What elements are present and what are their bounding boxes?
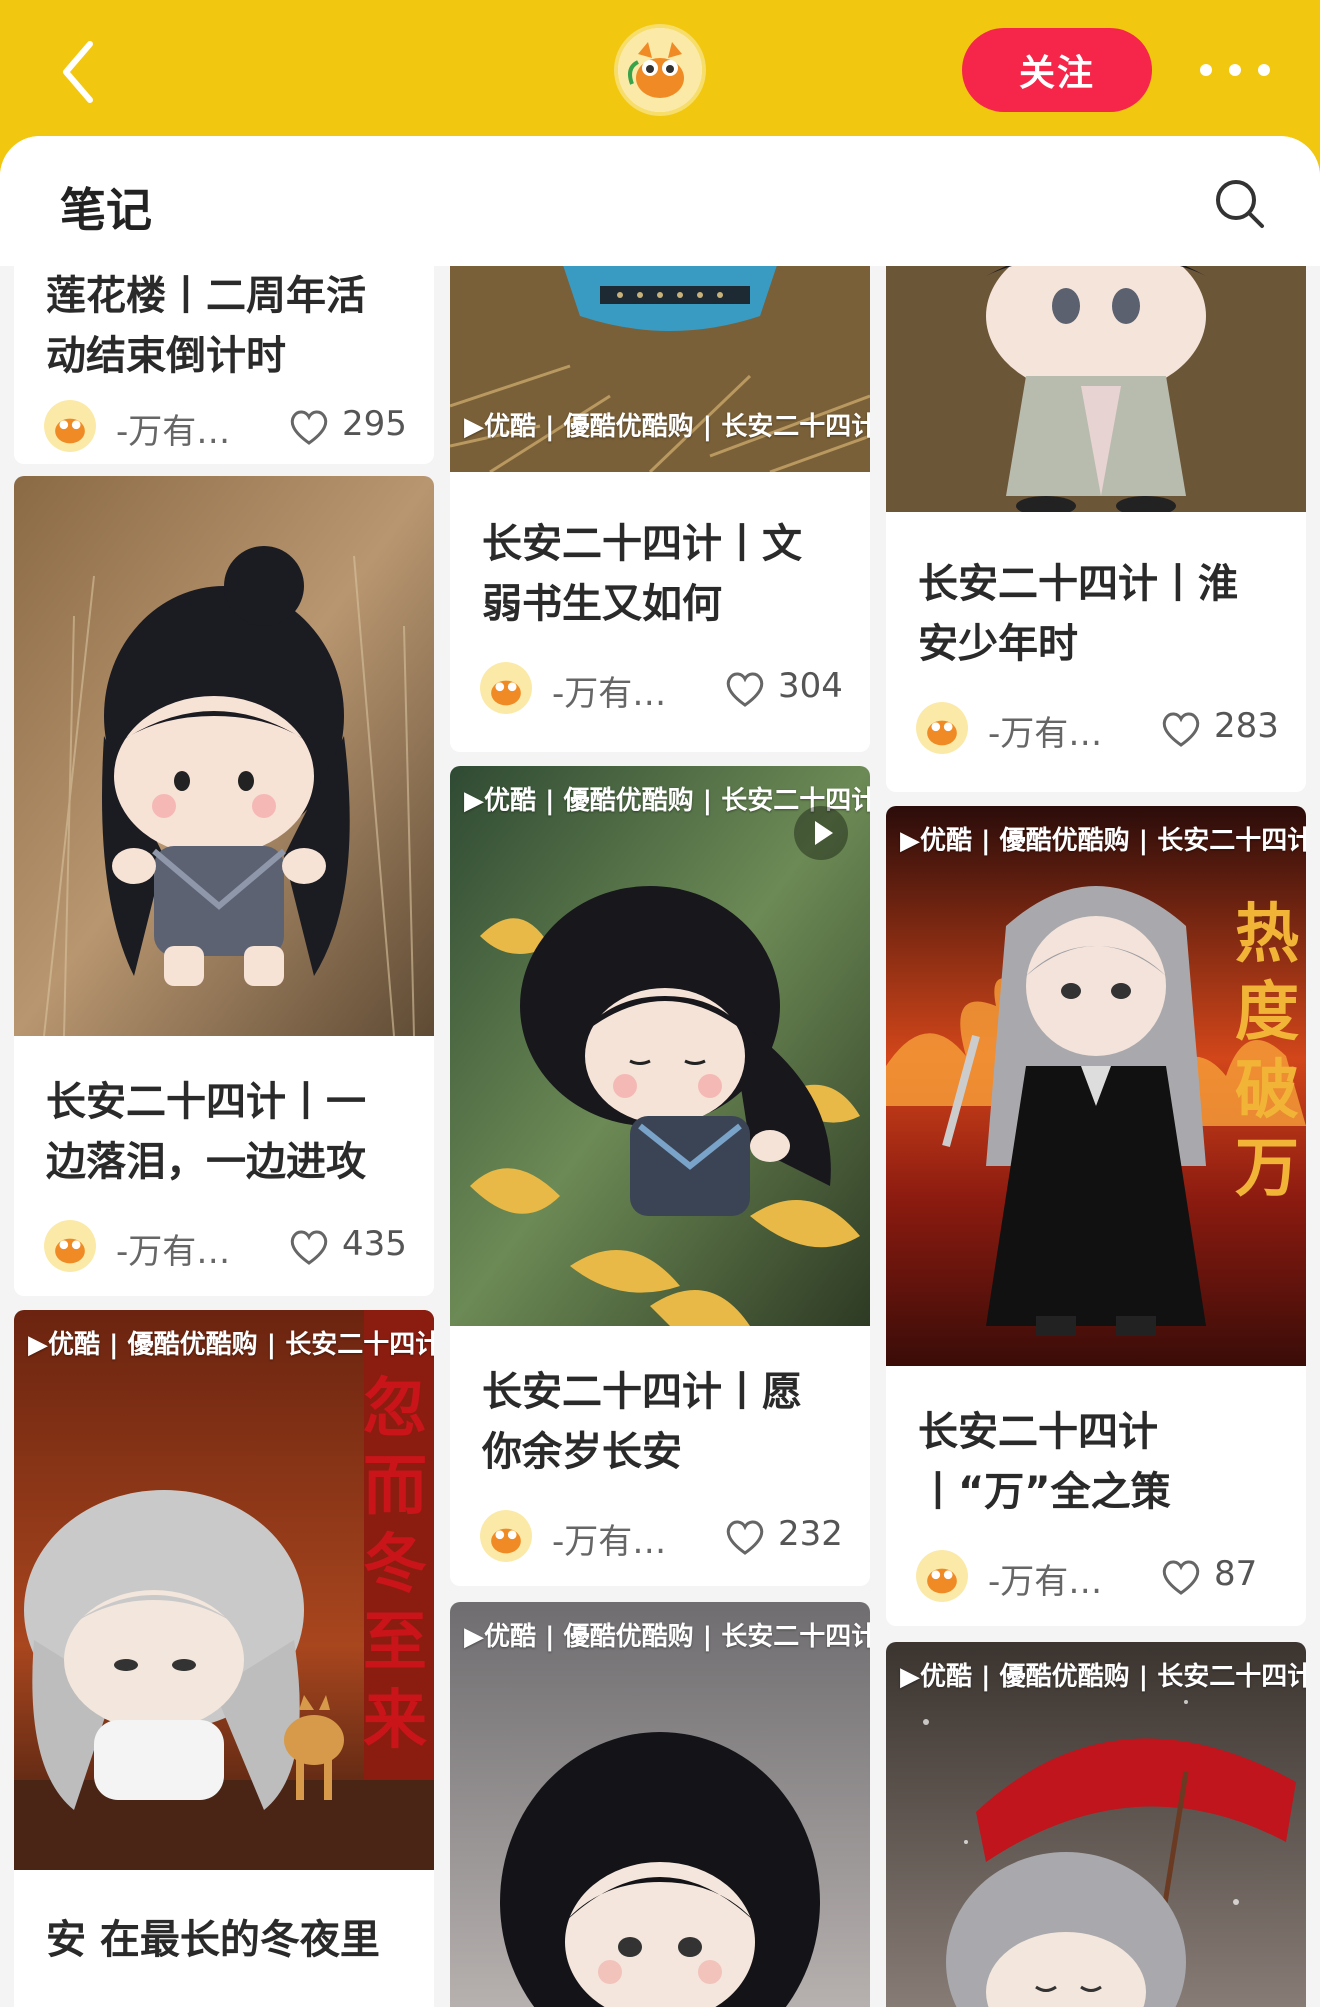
more-dots-icon [1200,64,1212,76]
author-avatar [916,702,968,754]
author-avatar [480,1510,532,1562]
heart-icon[interactable] [288,1228,330,1266]
author-name: -万有… [988,1562,1103,1602]
note-title: 长安二十四计丨淮 安少年时 [918,561,1238,667]
chevron-left-icon [63,41,93,103]
note-card[interactable]: 长安二十四计丨一 边落泪，一边进攻 -万有… 435 [14,476,434,1296]
author-name: -万有… [988,714,1103,754]
note-card[interactable]: ▶优酷 | 優酷优酷购 | 长安二十四计 长安二十四计丨文 弱书生又如何 -万有…… [450,266,870,752]
author-avatar [44,400,96,452]
note-image [14,476,434,1036]
author-avatar [480,662,532,714]
like-count: 283 [1214,706,1279,746]
search-icon[interactable] [1212,176,1268,232]
note-title: 长安二十四计丨一 边落泪，一边进攻 [46,1079,366,1185]
note-card[interactable]: ▶优酷 | 優酷优酷购 | 长安二十四计 热度破万 长安二十四计 丨“万”全之策 … [886,806,1306,1626]
brand-strip: ▶优酷 | 優酷优酷购 | 长安二十四计 [900,826,1306,856]
note-card[interactable]: ▶优酷 | 優酷优酷购 | 长安二十四计 [450,1602,870,2007]
note-title: 安 在最长的冬夜里 [46,1917,380,1963]
heart-icon[interactable] [1160,1558,1202,1596]
author-name: -万有… [552,674,667,714]
brand-strip: ▶优酷 | 優酷优酷购 | 长安二十四计 [464,412,870,442]
follow-button[interactable]: 关注 [962,28,1152,112]
heart-icon[interactable] [288,408,330,446]
note-card[interactable]: 莲花楼丨二周年活 动结束倒计时 -万有… 295 [14,266,434,464]
note-title: 长安二十四计丨愿 你余岁长安 [482,1369,802,1475]
author-name: -万有… [116,412,231,452]
note-meta: -万有… 87 [916,1546,1286,1606]
poster-text: 忽而冬至来 [363,1371,427,1758]
note-title: 长安二十四计 丨“万”全之策 [918,1409,1171,1515]
more-dot [1258,64,1270,76]
brand-strip: ▶优酷 | 優酷优酷购 | 长安二十四计 [900,1662,1306,1692]
more-button[interactable] [1200,50,1270,90]
account-avatar[interactable] [618,28,702,112]
note-card[interactable]: 长安二十四计丨淮 安少年时 -万有… 283 [886,266,1306,792]
back-button[interactable] [48,34,108,110]
author-name: -万有… [552,1522,667,1562]
note-meta: -万有… 232 [480,1506,850,1566]
like-count: 87 [1214,1554,1258,1594]
panel-title: 笔记 [60,183,152,237]
like-count: 304 [778,666,843,706]
note-meta: -万有… 295 [44,396,414,456]
heart-icon[interactable] [724,670,766,708]
brand-strip: ▶优酷 | 優酷优酷购 | 长安二十四计 [464,1622,870,1652]
note-image [886,1642,1306,2007]
heart-icon[interactable] [1160,710,1202,748]
poster-text: 热度破万 [1235,897,1299,1206]
note-meta: -万有… 304 [480,658,850,718]
heart-icon[interactable] [724,1518,766,1556]
note-card[interactable]: ▶优酷 | 優酷优酷购 | 长安二十四计 [886,1642,1306,2007]
author-avatar [44,1220,96,1272]
play-icon[interactable] [794,806,848,860]
more-dot [1229,64,1241,76]
note-card[interactable]: ▶优酷 | 優酷优酷购 | 长安二十四计 忽而冬至来 安 在最长的冬夜里 [14,1310,434,2007]
note-title: 莲花楼丨二周年活 动结束倒计时 [46,273,366,379]
note-card[interactable]: ▶优酷 | 優酷优酷购 | 长安二十四计 长安二十四计丨愿 你余岁长安 -万有… … [450,766,870,1586]
notes-panel: 笔记 莲花楼丨二周年活 动结束倒计时 -万有… 295 长安二十四计丨一 边落泪… [0,136,1320,2007]
note-meta: -万有… 283 [916,698,1286,758]
author-name: -万有… [116,1232,231,1272]
brand-strip: ▶优酷 | 優酷优酷购 | 长安二十四计 [28,1330,434,1360]
top-bar: 关注 [0,0,1320,140]
author-avatar [916,1550,968,1602]
like-count: 232 [778,1514,843,1554]
like-count: 435 [342,1224,407,1264]
note-title: 长安二十四计丨文 弱书生又如何 [482,521,802,627]
note-meta: -万有… 435 [44,1216,414,1276]
panel-header: 笔记 [0,136,1320,266]
like-count: 295 [342,404,407,444]
notes-feed[interactable]: 莲花楼丨二周年活 动结束倒计时 -万有… 295 长安二十四计丨一 边落泪，一边… [0,266,1320,2007]
note-image [450,1602,870,2007]
note-image [886,266,1306,512]
